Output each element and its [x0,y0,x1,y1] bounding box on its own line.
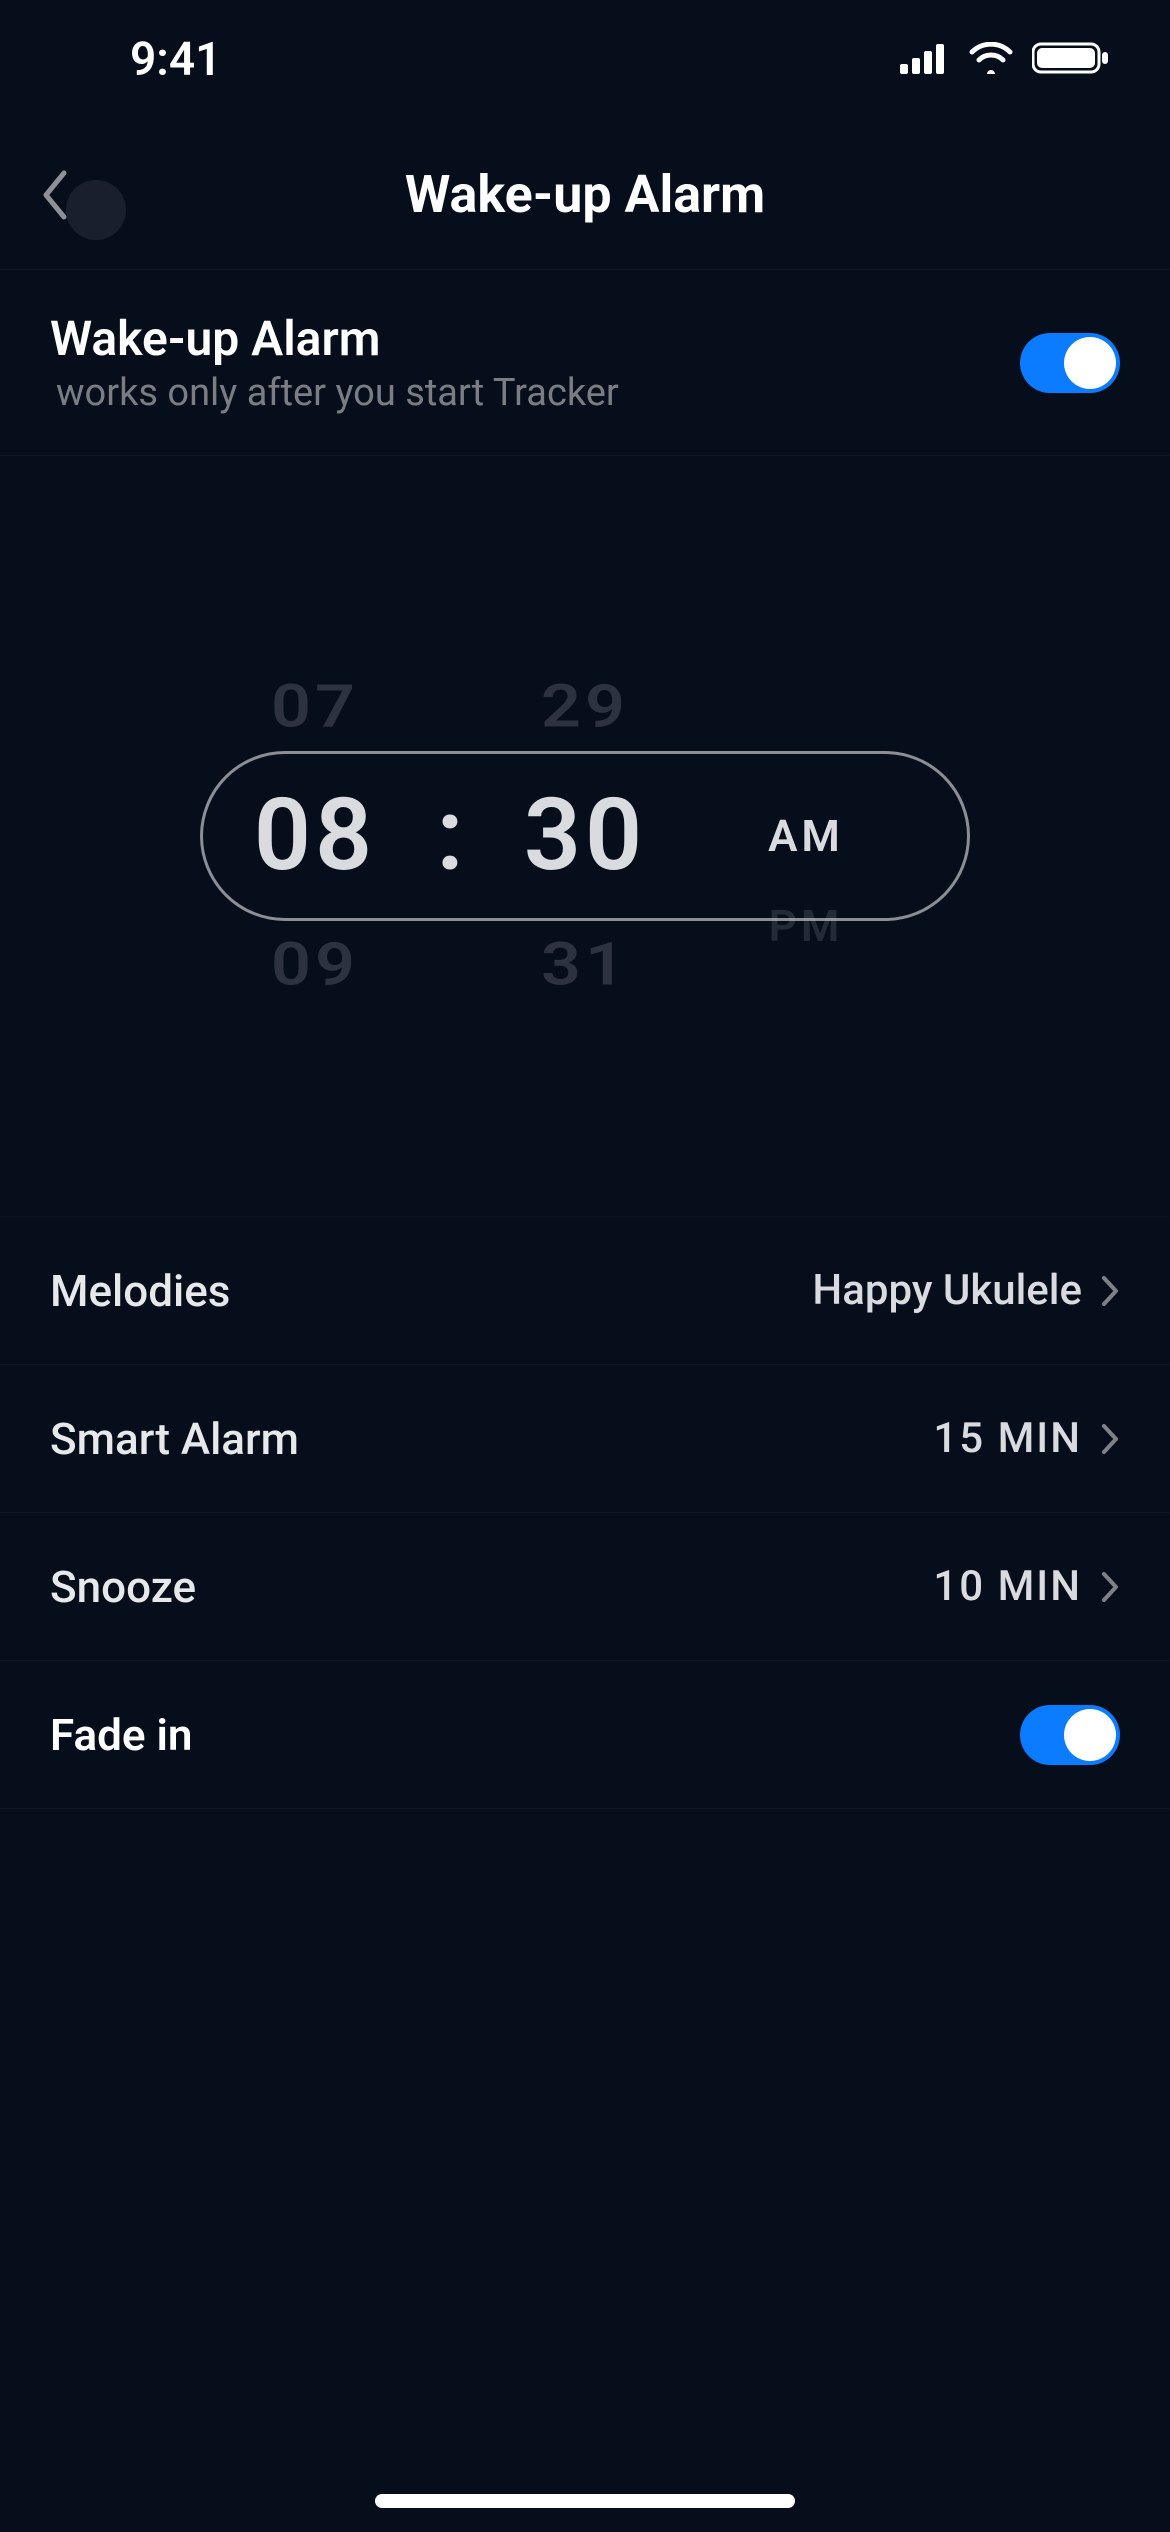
settings-list: Melodies Happy Ukulele Smart Alarm 15 MI… [0,1216,1170,1809]
melodies-label: Melodies [50,1265,230,1317]
ampm-other: PM [769,900,844,952]
fade-in-label: Fade in [50,1709,192,1761]
smart-alarm-right: 15 MIN [933,1414,1120,1463]
toggle-knob [1064,337,1116,389]
alarm-master-text: Wake-up Alarm works only after you start… [50,310,619,415]
ampm-column[interactable]: · AM PM [700,720,900,952]
time-picker[interactable]: 07 08 09 · : · 29 30 31 · AM PM [0,456,1170,1216]
minute-next: 31 [541,930,629,1000]
hour-next: 09 [271,930,359,1000]
snooze-value: 10 MIN [933,1562,1082,1611]
alarm-master-toggle[interactable] [1020,333,1120,393]
hour-selected: 08 [254,786,376,886]
time-picker-columns: 07 08 09 · : · 29 30 31 · AM PM [200,666,970,1006]
snooze-row[interactable]: Snooze 10 MIN [0,1513,1170,1661]
fade-in-toggle[interactable] [1020,1705,1120,1765]
toggle-knob [1064,1709,1116,1761]
smart-alarm-value: 15 MIN [933,1414,1082,1463]
minute-selected: 30 [524,786,646,886]
home-indicator[interactable] [375,2494,795,2508]
status-indicators [900,41,1110,79]
status-time: 9:41 [130,33,221,87]
melodies-value: Happy Ukulele [812,1266,1082,1315]
smart-alarm-label: Smart Alarm [50,1413,299,1465]
status-bar: 9:41 [0,0,1170,120]
battery-icon [1032,41,1110,79]
alarm-master-title: Wake-up Alarm [50,310,619,367]
page-title: Wake-up Alarm [405,164,765,225]
wifi-icon [968,42,1014,78]
smart-alarm-row[interactable]: Smart Alarm 15 MIN [0,1365,1170,1513]
alarm-master-row: Wake-up Alarm works only after you start… [0,270,1170,456]
chevron-right-icon [1100,1570,1120,1604]
time-separator: : [432,786,467,886]
minute-column[interactable]: 29 30 31 [470,666,700,1006]
chevron-right-icon [1100,1274,1120,1308]
nav-bar: Wake-up Alarm [0,120,1170,270]
hour-prev: 07 [271,672,359,742]
minute-prev: 29 [541,672,629,742]
snooze-right: 10 MIN [933,1562,1120,1611]
cellular-icon [900,42,950,78]
separator-column: · : · [430,666,470,1006]
ampm-selected: AM [768,810,844,862]
melodies-row[interactable]: Melodies Happy Ukulele [0,1217,1170,1365]
fade-in-row: Fade in [0,1661,1170,1809]
snooze-label: Snooze [50,1561,196,1613]
alarm-master-subtitle: works only after you start Tracker [56,371,619,415]
back-highlight-dot [66,180,126,240]
chevron-right-icon [1100,1422,1120,1456]
hour-column[interactable]: 07 08 09 [200,666,430,1006]
back-button[interactable] [40,150,126,240]
melodies-right: Happy Ukulele [812,1266,1120,1315]
